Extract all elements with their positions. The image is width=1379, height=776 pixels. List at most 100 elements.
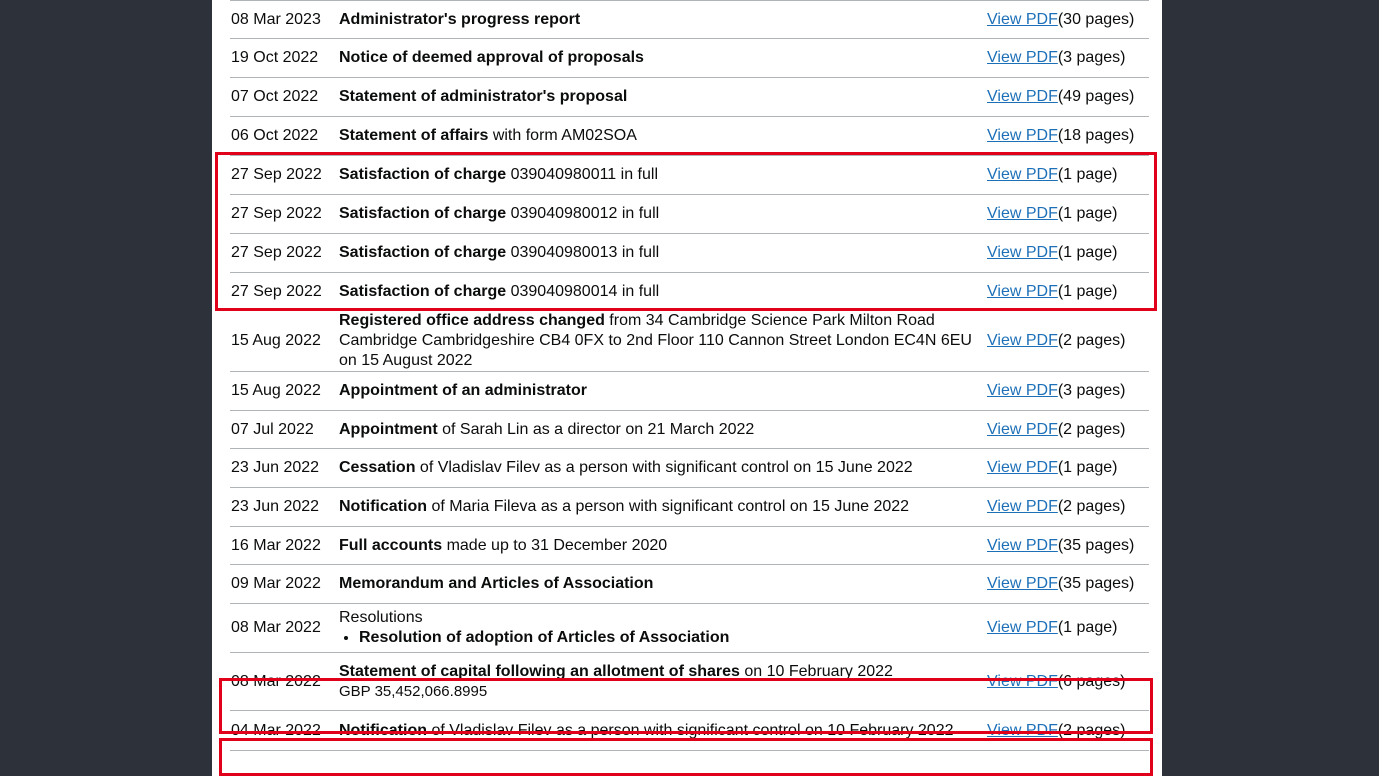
filing-date: 19 Oct 2022 (230, 38, 339, 78)
filing-description: Notice of deemed approval of proposals (339, 38, 987, 78)
view-pdf-link[interactable]: View PDF (987, 421, 1058, 438)
filing-date: 06 Oct 2022 (230, 116, 339, 156)
filing-type: Satisfaction of charge (339, 282, 507, 300)
view-pdf-link[interactable]: View PDF (987, 459, 1058, 476)
filing-document: View PDF(30 pages) (987, 0, 1149, 39)
filing-type: Statement of administrator's proposal (339, 88, 628, 105)
view-pdf-link[interactable]: View PDF (987, 382, 1058, 399)
filing-document: View PDF(3 pages) (987, 371, 1149, 411)
page-count: (1 page) (1057, 205, 1118, 222)
view-pdf-link[interactable]: View PDF (987, 205, 1058, 222)
view-pdf-link[interactable]: View PDF (987, 619, 1058, 636)
filing-date: 27 Sep 2022 (230, 155, 339, 195)
filing-date: 27 Sep 2022 (230, 272, 339, 311)
filing-document: View PDF(2 pages) (987, 487, 1149, 527)
filing-document: View PDF(49 pages) (987, 77, 1149, 117)
view-pdf-link[interactable]: View PDF (987, 49, 1058, 66)
view-pdf-link[interactable]: View PDF (987, 575, 1058, 592)
filing-type: Cessation (339, 459, 416, 476)
view-pdf-link[interactable]: View PDF (987, 11, 1058, 28)
filing-date: 27 Sep 2022 (230, 194, 339, 234)
filing-description: Notification of Vladislav Filev as a per… (339, 710, 987, 751)
filing-row: 27 Sep 2022 Satisfaction of charge 03904… (230, 155, 1149, 195)
filing-row: 07 Oct 2022 Statement of administrator's… (230, 77, 1149, 117)
filing-history-panel: 08 Mar 2023 Administrator's progress rep… (212, 0, 1162, 776)
filing-description: Satisfaction of charge 039040980013 in f… (339, 233, 987, 273)
filing-type: Registered office address changed (339, 312, 605, 329)
filing-date: 27 Sep 2022 (230, 233, 339, 273)
page-count: (3 pages) (1057, 49, 1126, 66)
page-count: (2 pages) (1057, 721, 1126, 739)
page-count: (35 pages) (1057, 536, 1135, 554)
filing-date: 23 Jun 2022 (230, 487, 339, 527)
view-pdf-link[interactable]: View PDF (987, 88, 1058, 105)
filing-description: Satisfaction of charge 039040980014 in f… (339, 272, 987, 311)
page-count: (30 pages) (1057, 10, 1135, 28)
filing-detail: of Vladislav Filev as a person with sign… (415, 459, 913, 476)
filing-detail: with form AM02SOA (488, 127, 637, 144)
filing-detail: 039040980013 in full (506, 244, 660, 261)
filing-row: 16 Mar 2022 Full accounts made up to 31 … (230, 526, 1149, 565)
filing-detail: made up to 31 December 2020 (442, 536, 668, 554)
filing-detail: 039040980014 in full (506, 282, 660, 300)
view-pdf-link[interactable]: View PDF (987, 283, 1058, 300)
filing-history-table: 08 Mar 2023 Administrator's progress rep… (230, 0, 1149, 751)
filing-row: 27 Sep 2022 Satisfaction of charge 03904… (230, 272, 1149, 311)
filing-detail: of Maria Fileva as a person with signifi… (427, 498, 910, 515)
filing-date: 23 Jun 2022 (230, 448, 339, 488)
filing-description: Statement of administrator's proposal (339, 77, 987, 117)
filing-description: Administrator's progress report (339, 0, 987, 39)
filing-detail: on 10 February 2022 (739, 662, 893, 680)
filing-document: View PDF(2 pages) (987, 410, 1149, 449)
filing-document: View PDF(1 page) (987, 233, 1149, 273)
page-count: (1 page) (1057, 619, 1118, 636)
page-count: (18 pages) (1057, 127, 1135, 144)
filing-detail: of Sarah Lin as a director on 21 March 2… (437, 420, 755, 438)
filing-document: View PDF(3 pages) (987, 38, 1149, 78)
filing-type: Appointment of an administrator (339, 382, 587, 399)
view-pdf-link[interactable]: View PDF (987, 166, 1058, 183)
filing-detail: of Vladislav Filev as a person with sign… (427, 721, 954, 739)
filing-type: Notice of deemed approval of proposals (339, 49, 644, 66)
filing-date: 08 Mar 2023 (230, 0, 339, 39)
resolutions-list: Resolution of adoption of Articles of As… (339, 628, 987, 648)
view-pdf-link[interactable]: View PDF (987, 673, 1058, 690)
filing-description: Cessation of Vladislav Filev as a person… (339, 448, 987, 488)
page-count: (6 pages) (1057, 672, 1126, 690)
view-pdf-link[interactable]: View PDF (987, 332, 1058, 349)
filing-document: View PDF(35 pages) (987, 564, 1149, 604)
filing-description: Satisfaction of charge 039040980012 in f… (339, 194, 987, 234)
filing-row: 27 Sep 2022 Satisfaction of charge 03904… (230, 194, 1149, 234)
resolutions-label: Resolutions (339, 609, 423, 626)
view-pdf-link[interactable]: View PDF (987, 537, 1058, 554)
filing-description: Statement of affairs with form AM02SOA (339, 116, 987, 156)
filing-description: Statement of capital following an allotm… (339, 652, 987, 711)
view-pdf-link[interactable]: View PDF (987, 722, 1058, 739)
filing-description: Appointment of Sarah Lin as a director o… (339, 410, 987, 449)
view-pdf-link[interactable]: View PDF (987, 498, 1058, 515)
filing-document: View PDF(6 pages) (987, 652, 1149, 711)
filing-document: View PDF(1 page) (987, 272, 1149, 311)
page-count: (2 pages) (1057, 332, 1126, 349)
filing-row: 08 Mar 2022 Resolutions Resolution of ad… (230, 603, 1149, 653)
filing-type: Notification (339, 721, 427, 739)
filing-date: 07 Jul 2022 (230, 410, 339, 449)
filing-document: View PDF(2 pages) (987, 710, 1149, 751)
view-pdf-link[interactable]: View PDF (987, 244, 1058, 261)
filing-document: View PDF(1 page) (987, 155, 1149, 195)
resolution-item: Resolution of adoption of Articles of As… (359, 628, 987, 648)
filing-row: 27 Sep 2022 Satisfaction of charge 03904… (230, 233, 1149, 273)
page-count: (1 page) (1057, 244, 1118, 261)
filing-type: Statement of affairs (339, 127, 489, 144)
filing-type: Notification (339, 498, 427, 515)
filing-date: 15 Aug 2022 (230, 310, 339, 372)
filing-type: Satisfaction of charge (339, 166, 507, 183)
page-count: (1 page) (1057, 166, 1118, 183)
filing-row: 19 Oct 2022 Notice of deemed approval of… (230, 38, 1149, 78)
filing-document: View PDF(2 pages) (987, 310, 1149, 372)
filing-date: 04 Mar 2022 (230, 710, 339, 751)
view-pdf-link[interactable]: View PDF (987, 127, 1058, 144)
filing-row: 15 Aug 2022 Registered office address ch… (230, 310, 1149, 372)
filing-date: 16 Mar 2022 (230, 526, 339, 565)
page-count: (1 page) (1057, 459, 1118, 476)
